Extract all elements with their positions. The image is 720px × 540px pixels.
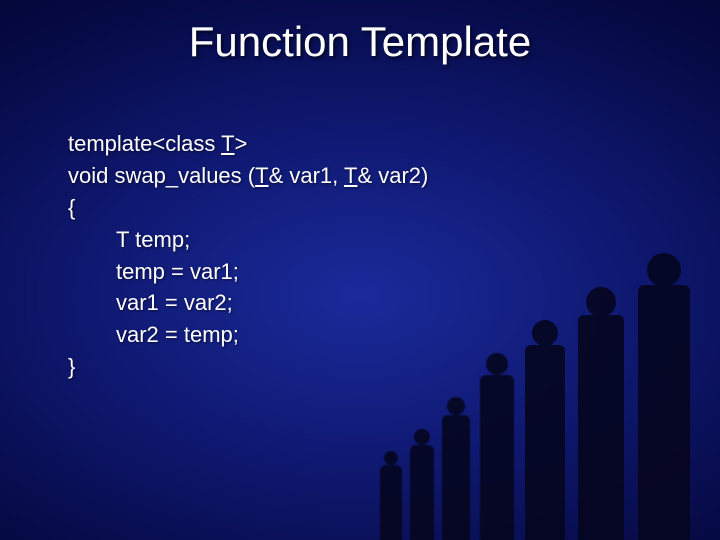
silhouette-icon bbox=[480, 375, 514, 540]
slide-title: Function Template bbox=[0, 18, 720, 66]
silhouette-icon bbox=[442, 415, 470, 540]
code-line-4: T temp; bbox=[68, 224, 428, 256]
type-T: T bbox=[344, 163, 357, 188]
text: void swap_values ( bbox=[68, 163, 255, 188]
type-T: T bbox=[255, 163, 268, 188]
code-line-3: { bbox=[68, 192, 428, 224]
text: > bbox=[235, 131, 248, 156]
slide: Function Template template<class T> void… bbox=[0, 0, 720, 540]
text: & var2) bbox=[357, 163, 428, 188]
code-line-6: var1 = var2; bbox=[68, 287, 428, 319]
silhouette-icon bbox=[525, 345, 565, 540]
code-line-2: void swap_values (T& var1, T& var2) bbox=[68, 160, 428, 192]
text: template<class bbox=[68, 131, 221, 156]
code-line-1: template<class T> bbox=[68, 128, 428, 160]
code-block: template<class T> void swap_values (T& v… bbox=[68, 128, 428, 383]
code-line-7: var2 = temp; bbox=[68, 319, 428, 351]
silhouette-icon bbox=[410, 445, 434, 540]
silhouette-icon bbox=[578, 315, 624, 540]
silhouette-icon bbox=[380, 465, 402, 540]
silhouette-icon bbox=[638, 285, 690, 540]
code-line-5: temp = var1; bbox=[68, 256, 428, 288]
code-line-8: } bbox=[68, 351, 428, 383]
type-param-T: T bbox=[221, 131, 234, 156]
text: & var1, bbox=[269, 163, 344, 188]
